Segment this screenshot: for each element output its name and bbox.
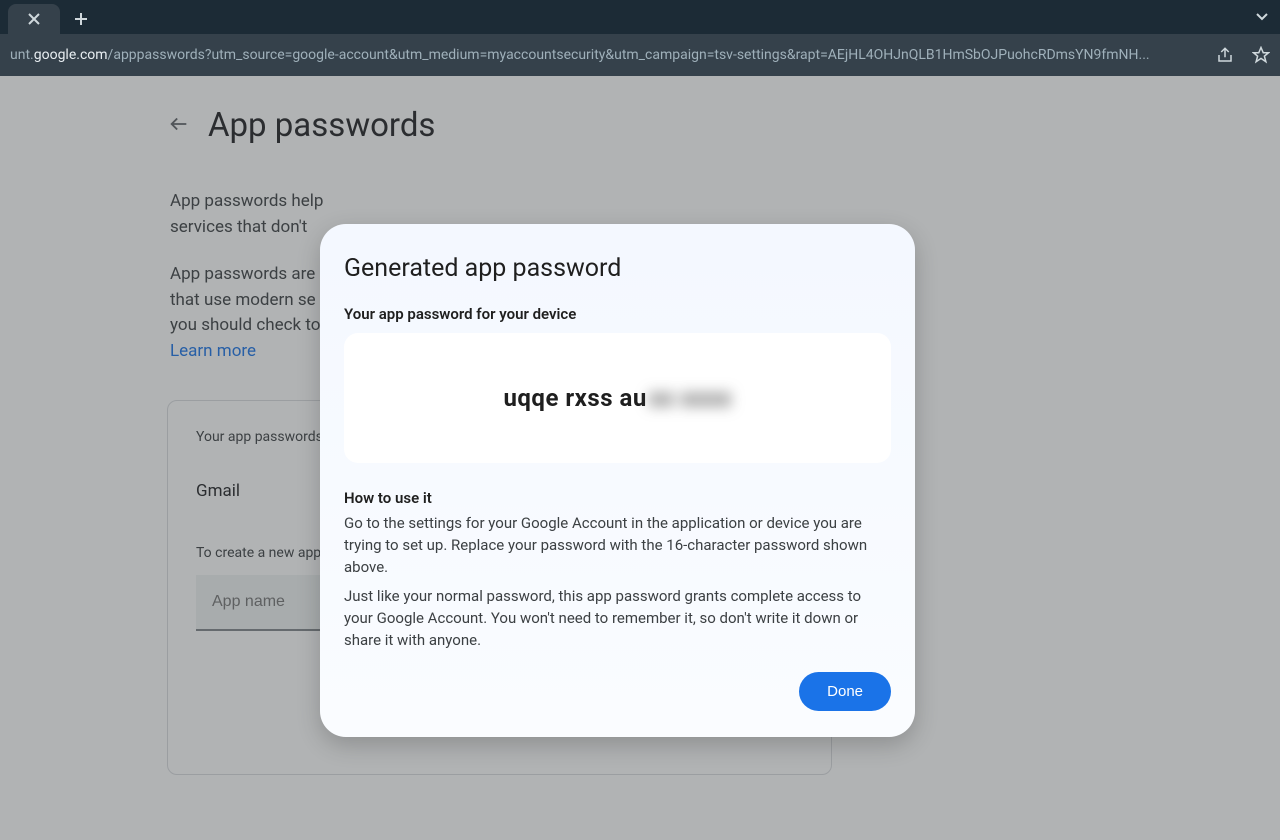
url-prefix: unt. (10, 47, 34, 63)
star-icon[interactable] (1252, 46, 1270, 64)
dialog-title: Generated app password (344, 254, 891, 283)
share-icon[interactable] (1216, 46, 1234, 64)
address-bar[interactable]: unt.google.com/apppasswords?utm_source=g… (0, 34, 1280, 76)
howto-title: How to use it (344, 489, 891, 507)
howto-paragraph-2: Just like your normal password, this app… (344, 586, 891, 651)
generated-password-dialog: Generated app password Your app password… (320, 224, 915, 737)
tab-bar (0, 0, 1280, 34)
chrome-controls (1254, 8, 1270, 24)
browser-chrome: unt.google.com/apppasswords?utm_source=g… (0, 0, 1280, 76)
done-button[interactable]: Done (799, 672, 891, 711)
plus-icon (74, 12, 88, 26)
howto-paragraph-1: Go to the settings for your Google Accou… (344, 513, 891, 578)
address-bar-icons (1216, 46, 1270, 64)
new-tab-button[interactable] (66, 4, 96, 34)
password-visible: uqqe rxss au (503, 384, 646, 412)
url-path: /apppasswords?utm_source=google-account&… (108, 47, 1150, 63)
url-text: unt.google.com/apppasswords?utm_source=g… (10, 47, 1204, 63)
url-domain: google.com (34, 47, 108, 63)
active-tab[interactable] (8, 4, 60, 34)
dialog-subtitle: Your app password for your device (344, 305, 891, 323)
chevron-down-icon[interactable] (1254, 8, 1270, 24)
close-icon[interactable] (28, 13, 40, 25)
password-display-box: uqqe rxss auxx xxxx (344, 333, 891, 463)
password-obscured: xx xxxx (649, 384, 732, 412)
